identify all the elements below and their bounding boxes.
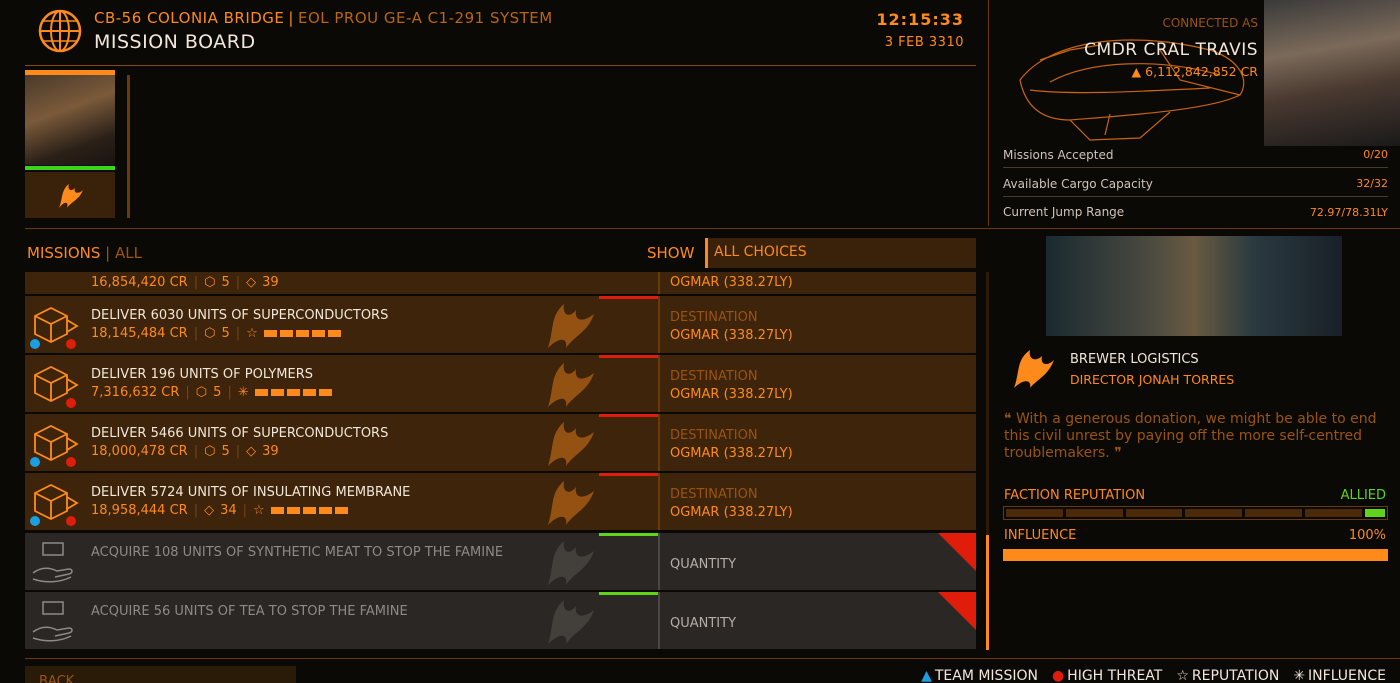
mission-title: DELIVER 6030 UNITS OF SUPERCONDUCTORS (91, 308, 389, 323)
delivery-crate-icon (30, 306, 79, 349)
divider (988, 0, 989, 226)
faction-director-portrait (1046, 236, 1342, 336)
destination: OGMAR (338.27LY) (670, 446, 793, 461)
quantity-label: QUANTITY (670, 616, 737, 631)
show-filter-dropdown[interactable]: ALL CHOICES (705, 238, 976, 268)
system-name: EOL PROU GE-A C1-291 SYSTEM (297, 9, 553, 27)
high-threat-icon: ● (1051, 668, 1065, 683)
contact-status-bar (25, 166, 115, 170)
location-breadcrumb: CB-56 COLONIA BRIDGE | EOL PROU GE-A C1-29… (94, 9, 553, 27)
phoenix-icon (59, 184, 83, 208)
contact-portrait[interactable] (25, 75, 115, 165)
rank-icon: ⬡ (195, 385, 208, 400)
team-mission-icon: ▲ (921, 668, 932, 683)
influence-icon: ✳ (237, 385, 249, 400)
mission-title: DELIVER 196 UNITS OF POLYMERS (91, 367, 314, 382)
reputation-icon: ☆ (246, 326, 258, 341)
divider (25, 228, 1400, 229)
quantity-label: QUANTITY (670, 557, 737, 572)
show-label: SHOW (647, 244, 695, 262)
divider (127, 75, 130, 218)
quote-close-icon: ❞ (1114, 445, 1122, 461)
tag-icon: ◇ (246, 275, 257, 290)
faction-quote: ❝ With a generous donation, we might be … (1004, 411, 1377, 461)
date: 3 FEB 3310 (884, 35, 964, 50)
mission-title: ACQUIRE 56 UNITS OF TEA TO STOP THE FAMI… (91, 604, 408, 619)
mission-row[interactable]: DELIVER 5724 UNITS OF INSULATING MEMBRAN… (25, 473, 976, 532)
faction-director: DIRECTOR JONAH TORRES (1070, 372, 1235, 387)
globe-icon (38, 9, 82, 53)
delivery-crate-icon (30, 424, 79, 467)
phoenix-watermark-icon (548, 481, 594, 525)
mission-row[interactable]: 16,854,420 CR | ⬡ 5 | ◇ 39 OGMAR (338.27LY) (25, 272, 976, 296)
mission-row[interactable]: DELIVER 196 UNITS OF POLYMERS 7,316,632 … (25, 355, 976, 414)
stat-jump-range: Current Jump Range 72.97/78.31LY (1003, 205, 1388, 219)
reputation-icon: ☆ (1176, 668, 1189, 683)
legend: ▲ TEAM MISSION ● HIGH THREAT ☆ REPUTATION ✳… (921, 668, 1386, 683)
mission-row-unavailable[interactable]: ACQUIRE 108 UNITS OF SYNTHETIC MEAT TO S… (25, 533, 976, 592)
influence-label: INFLUENCE (1004, 528, 1077, 543)
threat-tick (599, 296, 660, 299)
faction-name: BREWER LOGISTICS (1070, 352, 1199, 367)
connected-as-label: CONNECTED AS (1162, 16, 1258, 30)
influence-bar (1003, 549, 1388, 561)
delivery-crate-icon (34, 365, 79, 408)
phoenix-watermark-icon (548, 363, 594, 407)
hand-offer-icon (32, 601, 73, 642)
influence-icon: ✳ (1293, 668, 1306, 683)
scrollbar-thumb[interactable] (986, 535, 989, 650)
stat-missions-accepted: Missions Accepted 0/20 (1003, 142, 1388, 168)
destination: OGMAR (338.27LY) (670, 505, 793, 520)
faction-logo-tile[interactable] (25, 172, 115, 218)
tab-all[interactable]: ALL (115, 244, 142, 262)
reputation-meter (263, 330, 342, 337)
rank-icon: ⬡ (204, 326, 216, 341)
reputation-label: FACTION REPUTATION (1004, 488, 1146, 503)
quote-open-icon: ❝ (1004, 411, 1012, 427)
mission-row[interactable]: DELIVER 6030 UNITS OF SUPERCONDUCTORS 18… (25, 296, 976, 355)
reputation-value: ALLIED (1340, 488, 1386, 503)
tag-icon: ◇ (246, 444, 257, 459)
phoenix-watermark-icon (548, 304, 594, 348)
destination: OGMAR (338.27LY) (670, 328, 793, 343)
tag-icon: ◇ (204, 503, 215, 518)
clock: 12:15:33 (876, 10, 964, 29)
mission-title: DELIVER 5724 UNITS OF INSULATING MEMBRAN… (91, 485, 411, 500)
high-threat-corner (938, 592, 976, 630)
phoenix-watermark-icon (548, 541, 594, 585)
back-button[interactable]: BACK (25, 666, 296, 683)
phoenix-icon (1014, 350, 1054, 388)
station-name: CB-56 COLONIA BRIDGE (94, 9, 285, 27)
rank-icon: ⬡ (204, 444, 216, 459)
missions-heading: MISSIONS | ALL (27, 244, 142, 262)
mission-title: DELIVER 5466 UNITS OF SUPERCONDUCTORS (91, 426, 389, 441)
commander-portrait (1264, 0, 1400, 146)
mission-row-unavailable[interactable]: ACQUIRE 56 UNITS OF TEA TO STOP THE FAMI… (25, 592, 976, 649)
divider (25, 65, 976, 66)
influence-value: 100% (1348, 528, 1386, 543)
mission-list[interactable]: 16,854,420 CR | ⬡ 5 | ◇ 39 OGMAR (338.27LY) … (25, 272, 976, 650)
reputation-icon: ☆ (253, 503, 265, 518)
reputation-bar (1003, 506, 1388, 520)
hand-offer-icon (32, 542, 73, 583)
commander-name: CMDR CRAL TRAVIS (1084, 40, 1258, 60)
delivery-crate-icon (30, 483, 79, 526)
reward: 18,145,484 CR (91, 326, 188, 341)
destination: OGMAR (338.27LY) (670, 387, 793, 402)
high-threat-corner (938, 533, 976, 571)
mission-title: ACQUIRE 108 UNITS OF SYNTHETIC MEAT TO S… (91, 545, 504, 560)
mission-row[interactable]: DELIVER 5466 UNITS OF SUPERCONDUCTORS 18… (25, 414, 976, 473)
phoenix-watermark-icon (548, 600, 594, 644)
stat-cargo-capacity: Available Cargo Capacity 32/32 (1003, 171, 1388, 197)
divider (25, 658, 1400, 659)
reputation-meter (270, 507, 349, 514)
page-title: MISSION BOARD (94, 31, 256, 53)
rank-icon: ⬡ (204, 275, 216, 290)
influence-meter (254, 389, 333, 396)
credits-balance: ▲ 6,112,842,852 CR (1131, 64, 1258, 79)
phoenix-watermark-icon (548, 422, 594, 466)
credits-icon: ▲ (1131, 64, 1142, 79)
